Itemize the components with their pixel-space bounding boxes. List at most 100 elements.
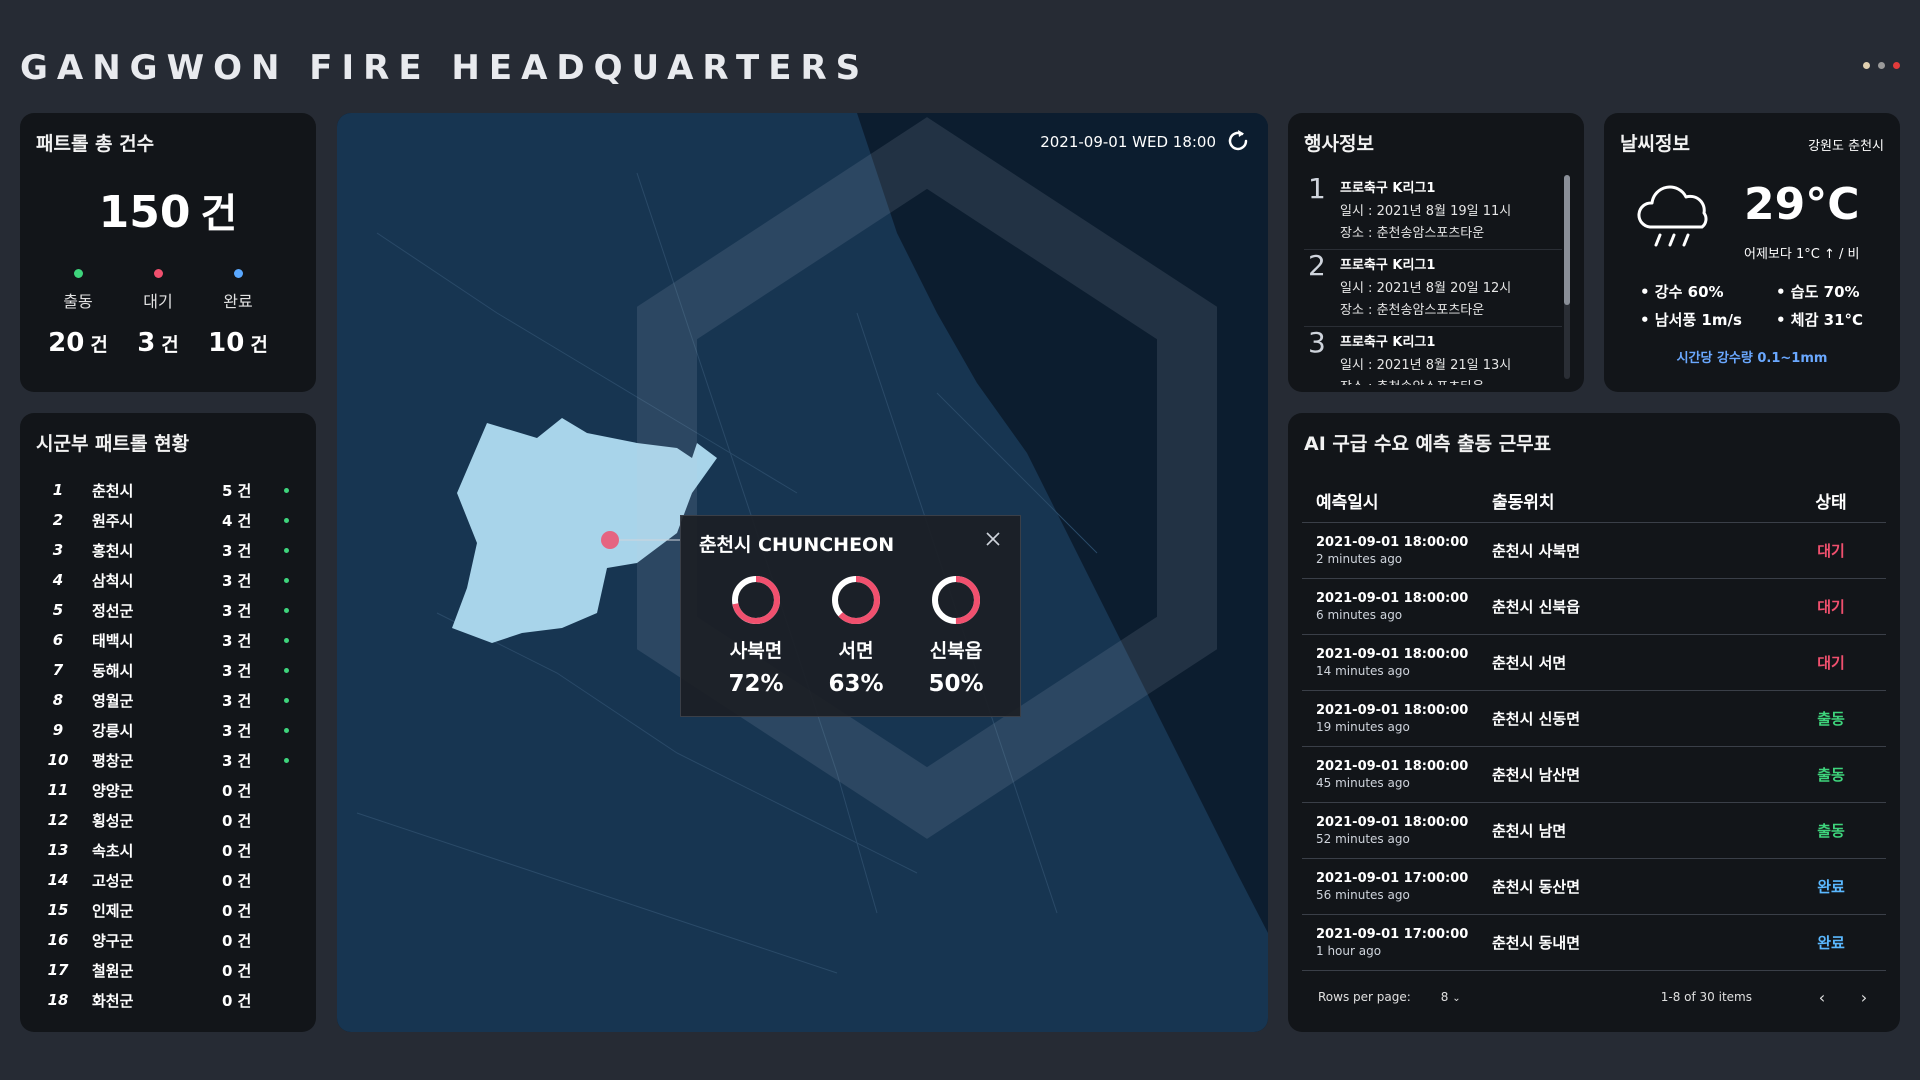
district-row[interactable]: 1 춘천시 5 건 <box>34 475 306 505</box>
event-list[interactable]: 1 프로축구 K리그1 일시 : 2021년 8월 19일 11시 장소 : 춘천송암… <box>1304 173 1562 385</box>
district-unit: 건 <box>237 661 252 680</box>
weather-temperature: 29°C <box>1744 179 1860 230</box>
weather-title: 날씨정보 <box>1620 133 1690 155</box>
district-count: 0 <box>222 781 233 800</box>
window-dot[interactable] <box>1893 62 1900 69</box>
table-row[interactable]: 2021-09-01 17:00:00 56 minutes ago 춘천시 동산면… <box>1302 859 1886 915</box>
event-place: 장소 : 춘천송암스포츠타운 <box>1340 226 1485 241</box>
row-ago: 2 minutes ago <box>1316 552 1403 566</box>
header-time[interactable]: 예측일시 <box>1302 488 1492 513</box>
event-item[interactable]: 3 프로축구 K리그1 일시 : 2021년 8월 21일 13시장소 : 춘천송암… <box>1304 327 1562 386</box>
event-scrollbar[interactable] <box>1564 175 1570 379</box>
table-row[interactable]: 2021-09-01 18:00:00 19 minutes ago 춘천시 신동면… <box>1302 691 1886 747</box>
district-row[interactable]: 14 고성군 0 건 <box>34 865 306 895</box>
district-row[interactable]: 2 원주시 4 건 <box>34 505 306 535</box>
row-ago: 45 minutes ago <box>1316 776 1410 790</box>
district-unit: 건 <box>237 961 252 980</box>
district-name: 화천군 <box>92 991 134 1010</box>
header-status[interactable]: 상태 <box>1776 488 1886 513</box>
district-rank: 7 <box>52 661 64 679</box>
donut-value: 50% <box>928 671 984 697</box>
table-row[interactable]: 2021-09-01 17:00:00 1 hour ago 춘천시 동내면 완료 <box>1302 915 1886 971</box>
stat-unit: 건 <box>250 334 268 356</box>
active-dot <box>284 637 289 643</box>
district-row[interactable]: 15 인제군 0 건 <box>34 895 306 925</box>
close-icon[interactable] <box>984 530 1002 548</box>
scrollbar-thumb[interactable] <box>1564 175 1570 305</box>
table-row[interactable]: 2021-09-01 18:00:00 2 minutes ago 춘천시 사북면 대… <box>1302 523 1886 579</box>
district-row[interactable]: 7 동해시 3 건 <box>34 655 306 685</box>
table-row[interactable]: 2021-09-01 18:00:00 52 minutes ago 춘천시 남면 출… <box>1302 803 1886 859</box>
app-title: GANGWON FIRE HEADQUARTERS <box>20 48 870 88</box>
district-row[interactable]: 11 양양군 0 건 <box>34 775 306 805</box>
table-row[interactable]: 2021-09-01 18:00:00 45 minutes ago 춘천시 남산면… <box>1302 747 1886 803</box>
active-dot <box>284 487 289 493</box>
district-name: 홍천시 <box>92 541 134 560</box>
district-name: 평창군 <box>92 751 134 770</box>
location-marker[interactable] <box>601 531 619 549</box>
district-name: 양구군 <box>92 931 134 950</box>
prev-page-button[interactable]: ‹ <box>1810 985 1834 1009</box>
event-item[interactable]: 1 프로축구 K리그1 일시 : 2021년 8월 19일 11시 장소 : 춘천송암… <box>1304 173 1562 250</box>
district-row[interactable]: 18 화천군 0 건 <box>34 985 306 1015</box>
weather-panel: 날씨정보 강원도 춘천시 29°C 어제보다 1°C ↑ / 비 • 강수 60… <box>1604 113 1900 392</box>
weather-compare: 어제보다 1°C ↑ / 비 <box>1744 247 1860 262</box>
district-count-wrap: 3건 <box>222 750 278 771</box>
active-dot <box>284 577 289 583</box>
district-rank: 2 <box>52 511 64 529</box>
district-row[interactable]: 9 강릉시 3 건 <box>34 715 306 745</box>
row-location: 춘천시 동산면 <box>1492 878 1581 896</box>
table-row[interactable]: 2021-09-01 18:00:00 14 minutes ago 춘천시 서면 대… <box>1302 635 1886 691</box>
district-rank: 18 <box>47 991 69 1009</box>
event-place: 장소 : 춘천송암스포츠타운 <box>1340 376 1562 385</box>
district-row[interactable]: 6 태백시 3 건 <box>34 625 306 655</box>
event-item[interactable]: 2 프로축구 K리그1 일시 : 2021년 8월 20일 12시 장소 : 춘천송암… <box>1304 250 1562 327</box>
district-row[interactable]: 3 홍천시 3 건 <box>34 535 306 565</box>
table-row[interactable]: 2021-09-01 18:00:00 6 minutes ago 춘천시 신북읍 대… <box>1302 579 1886 635</box>
map-panel[interactable]: 2021-09-01 WED 18:00 춘천시 CHUNCHEON 사북면 72… <box>337 113 1268 1032</box>
district-count-wrap: 3건 <box>222 720 278 741</box>
district-row[interactable]: 13 속초시 0 건 <box>34 835 306 865</box>
district-count-wrap: 4건 <box>222 510 278 531</box>
stat-label: 완료 <box>223 292 253 311</box>
district-row[interactable]: 8 영월군 3 건 <box>34 685 306 715</box>
district-rank: 9 <box>52 721 64 739</box>
district-name: 동해시 <box>92 661 134 680</box>
ai-table-title: AI 구급 수요 예측 출동 근무표 <box>1304 433 1552 455</box>
row-time: 2021-09-01 18:00:00 <box>1316 759 1469 774</box>
district-count-wrap: 3건 <box>222 540 278 561</box>
table-header: 예측일시 출동위치 상태 <box>1302 479 1886 523</box>
event-name: 프로축구 K리그1 <box>1340 335 1436 350</box>
row-time: 2021-09-01 18:00:00 <box>1316 535 1469 550</box>
district-row[interactable]: 16 양구군 0 건 <box>34 925 306 955</box>
stat-column: 완료 10 건 <box>198 269 278 358</box>
window-dot[interactable] <box>1863 62 1870 69</box>
district-row[interactable]: 5 정선군 3 건 <box>34 595 306 625</box>
district-unit: 건 <box>237 481 252 500</box>
rows-per-page-select[interactable]: 8 ⌄ <box>1441 990 1461 1004</box>
refresh-icon[interactable] <box>1224 127 1252 155</box>
district-count-wrap: 3건 <box>222 600 278 621</box>
stat-unit: 건 <box>161 334 179 356</box>
row-location: 춘천시 남산면 <box>1492 766 1581 784</box>
district-name: 철원군 <box>92 961 134 980</box>
donut-label: 서면 <box>838 640 874 662</box>
window-dots <box>1863 62 1900 69</box>
header-location[interactable]: 출동위치 <box>1492 488 1776 513</box>
window-dot[interactable] <box>1878 62 1885 69</box>
district-row[interactable]: 12 횡성군 0 건 <box>34 805 306 835</box>
district-count: 0 <box>222 901 233 920</box>
ai-dispatch-panel: AI 구급 수요 예측 출동 근무표 예측일시 출동위치 상태 2021-09-… <box>1288 413 1900 1032</box>
district-row[interactable]: 17 철원군 0 건 <box>34 955 306 985</box>
stat-value: 20 <box>48 328 85 358</box>
district-row[interactable]: 4 삼척시 3 건 <box>34 565 306 595</box>
district-rank: 15 <box>47 901 69 919</box>
active-dot <box>284 667 289 673</box>
district-row[interactable]: 10 평창군 3 건 <box>34 745 306 775</box>
district-count: 0 <box>222 871 233 890</box>
district-list: 1 춘천시 5 건 2 원주시 4 건 3 홍천시 3 건 4 삼척시 3 건 5 정선군 3 건 6 태백시 3 건 7 동해시… <box>34 475 306 1015</box>
district-unit: 건 <box>237 811 252 830</box>
stat-value-wrap: 20 건 <box>38 328 118 358</box>
donut-label: 신북읍 <box>929 640 983 662</box>
next-page-button[interactable]: › <box>1852 985 1876 1009</box>
